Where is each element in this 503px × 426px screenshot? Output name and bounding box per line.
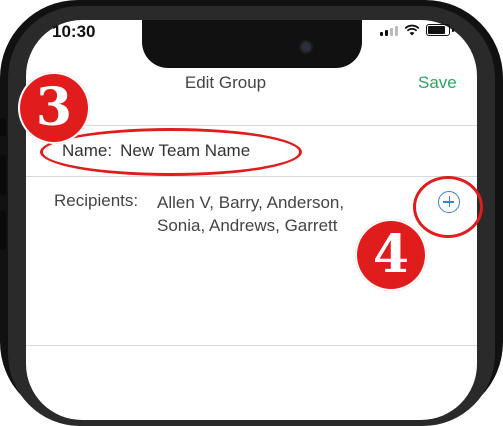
front-camera [301, 42, 311, 52]
step-3-badge: 3 [18, 72, 90, 144]
battery-tip [452, 28, 454, 32]
volume-down-button [0, 210, 6, 250]
header-divider [26, 125, 477, 126]
notch [142, 20, 362, 68]
status-icons [380, 24, 454, 36]
name-divider [26, 176, 477, 177]
status-time: 10:30 [52, 22, 96, 41]
battery-icon [426, 24, 450, 36]
annotation-ring-add [413, 176, 483, 238]
recipients-list: Allen V, Barry, Anderson, Sonia, Andrews… [157, 191, 377, 237]
volume-up-button [0, 155, 6, 195]
signal-icon [380, 25, 398, 36]
step-4-badge: 4 [355, 219, 427, 291]
recipients-label: Recipients: [54, 191, 139, 210]
recipients-line: Allen V, Barry, Anderson, [157, 193, 345, 212]
mute-switch [0, 118, 6, 136]
recipients-line: Sonia, Andrews, Garrett [157, 216, 338, 235]
wifi-icon [404, 24, 420, 36]
recipients-divider [26, 345, 477, 346]
annotation-ring-name [40, 128, 302, 176]
save-button[interactable]: Save [418, 73, 457, 93]
